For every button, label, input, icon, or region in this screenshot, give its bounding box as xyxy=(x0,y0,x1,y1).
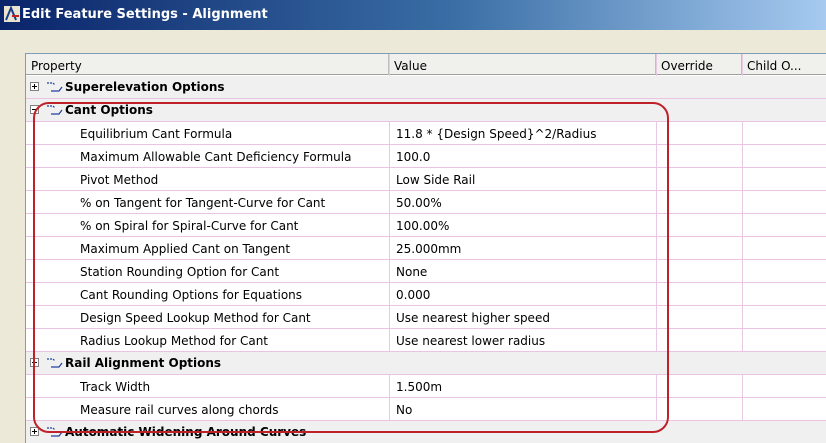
property-name: Measure rail curves along chords xyxy=(80,403,279,417)
group-label: Cant Options xyxy=(65,103,153,117)
property-row[interactable]: Cant Rounding Options for Equations 0.00… xyxy=(26,283,826,306)
property-row[interactable]: Design Speed Lookup Method for Cant Use … xyxy=(26,306,826,329)
group-label: Rail Alignment Options xyxy=(65,356,222,370)
property-row[interactable]: Maximum Applied Cant on Tangent 25.000mm xyxy=(26,237,826,260)
property-name: Equilibrium Cant Formula xyxy=(80,127,233,141)
property-value[interactable]: 50.00% xyxy=(396,196,442,210)
property-row[interactable]: % on Spiral for Spiral-Curve for Cant 10… xyxy=(26,214,826,237)
property-name: Maximum Allowable Cant Deficiency Formul… xyxy=(80,150,352,164)
property-group-icon xyxy=(47,427,63,437)
property-group-icon xyxy=(47,358,63,368)
group-row-cant[interactable]: Cant Options xyxy=(26,99,826,122)
column-header-value[interactable]: Value xyxy=(389,54,656,75)
property-value[interactable]: 1.500m xyxy=(396,380,442,394)
collapse-icon[interactable] xyxy=(30,105,39,114)
expand-icon[interactable] xyxy=(30,82,39,91)
column-header-child-override[interactable]: Child O... xyxy=(742,54,826,75)
property-row[interactable]: Measure rail curves along chords No xyxy=(26,398,826,421)
property-group-icon xyxy=(47,105,63,115)
property-value[interactable]: 11.8 * {Design Speed}^2/Radius xyxy=(396,127,596,141)
property-value[interactable]: 0.000 xyxy=(396,288,430,302)
title-bar: Edit Feature Settings - Alignment xyxy=(0,0,826,30)
property-value[interactable]: 100.00% xyxy=(396,219,449,233)
group-label: Automatic Widening Around Curves xyxy=(65,425,307,439)
property-name: Design Speed Lookup Method for Cant xyxy=(80,311,311,325)
property-name: Station Rounding Option for Cant xyxy=(80,265,280,279)
property-name: % on Tangent for Tangent-Curve for Cant xyxy=(80,196,326,210)
property-name: Cant Rounding Options for Equations xyxy=(80,288,303,302)
property-grid[interactable]: Property Value Override Child O... Super… xyxy=(25,53,826,443)
property-group-icon xyxy=(47,82,63,92)
property-name: Pivot Method xyxy=(80,173,159,187)
property-value[interactable]: Use nearest lower radius xyxy=(396,334,545,348)
group-row-automatic-widening[interactable]: Automatic Widening Around Curves xyxy=(26,421,826,443)
property-row[interactable]: Pivot Method Low Side Rail xyxy=(26,168,826,191)
window-title: Edit Feature Settings - Alignment xyxy=(22,7,268,22)
property-row[interactable]: % on Tangent for Tangent-Curve for Cant … xyxy=(26,191,826,214)
collapse-icon[interactable] xyxy=(30,358,39,367)
property-row[interactable]: Equilibrium Cant Formula 11.8 * {Design … xyxy=(26,122,826,145)
expand-icon[interactable] xyxy=(30,427,39,436)
property-value[interactable]: Low Side Rail xyxy=(396,173,475,187)
property-name: Maximum Applied Cant on Tangent xyxy=(80,242,291,256)
group-label: Superelevation Options xyxy=(65,80,225,94)
property-name: Radius Lookup Method for Cant xyxy=(80,334,269,348)
property-row[interactable]: Track Width 1.500m xyxy=(26,375,826,398)
property-value[interactable]: None xyxy=(396,265,427,279)
column-header-override[interactable]: Override xyxy=(656,54,742,75)
column-header-property[interactable]: Property xyxy=(26,54,389,75)
property-value[interactable]: 100.0 xyxy=(396,150,430,164)
group-row-rail-alignment[interactable]: Rail Alignment Options xyxy=(26,352,826,375)
group-row-superelevation[interactable]: Superelevation Options xyxy=(26,76,826,99)
property-row[interactable]: Station Rounding Option for Cant None xyxy=(26,260,826,283)
property-value[interactable]: No xyxy=(396,403,412,417)
property-value[interactable]: Use nearest higher speed xyxy=(396,311,550,325)
property-name: % on Spiral for Spiral-Curve for Cant xyxy=(80,219,299,233)
property-name: Track Width xyxy=(80,380,151,394)
property-row[interactable]: Radius Lookup Method for Cant Use neares… xyxy=(26,329,826,352)
property-row[interactable]: Maximum Allowable Cant Deficiency Formul… xyxy=(26,145,826,168)
app-icon xyxy=(4,6,20,22)
property-value[interactable]: 25.000mm xyxy=(396,242,461,256)
